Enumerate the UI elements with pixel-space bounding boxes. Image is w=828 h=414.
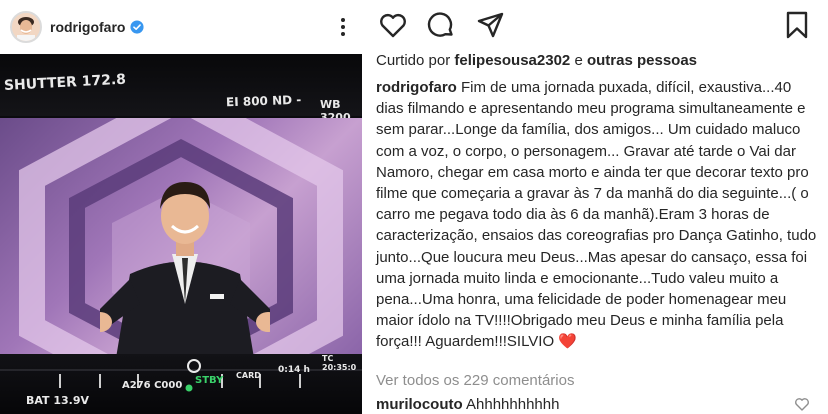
more-options-icon[interactable] <box>340 16 346 38</box>
post-header: rodrigofaro <box>0 0 362 54</box>
card-readout: CARD <box>236 371 261 380</box>
comment-username[interactable]: murilocouto <box>376 396 463 413</box>
caption: rodrigofaro Fim de uma jornada puxada, d… <box>376 77 820 353</box>
presenter-figure <box>88 154 280 358</box>
likes-prefix: Curtido por <box>376 52 455 69</box>
action-bar <box>374 10 814 42</box>
heart-outline-icon[interactable] <box>378 10 408 40</box>
time-readout: 0:14 h <box>278 365 310 375</box>
red-heart-emoji: ❤️ <box>558 333 577 351</box>
liked-by-others[interactable]: outras pessoas <box>587 52 697 69</box>
avatar[interactable] <box>10 11 42 43</box>
likes-middle: e <box>570 52 587 69</box>
paper-plane-icon[interactable] <box>476 10 506 40</box>
caption-text: Fim de uma jornada puxada, difícil, exau… <box>376 79 817 351</box>
likes-line: Curtido por felipesousa2302 e outras pes… <box>376 52 697 69</box>
comment-text: Ahhhhhhhhhh <box>466 396 560 413</box>
verified-badge-icon <box>130 20 145 34</box>
lens-readout: A276 C000 <box>122 380 183 391</box>
liked-by-user[interactable]: felipesousa2302 <box>454 52 570 69</box>
battery-readout: BAT 13.9V <box>26 394 90 407</box>
monitor-screen <box>0 118 362 358</box>
post-username[interactable]: rodrigofaro <box>50 19 125 35</box>
speech-bubble-icon[interactable] <box>426 10 456 40</box>
comment-heart-icon[interactable] <box>794 396 810 412</box>
bookmark-icon[interactable] <box>782 10 812 40</box>
caption-username[interactable]: rodrigofaro <box>376 79 457 96</box>
view-all-comments-link[interactable]: Ver todos os 229 comentários <box>376 372 574 389</box>
post-photo[interactable]: SHUTTER 172.8 EI 800 ND - WB 3200 <box>0 54 362 414</box>
post-details: Curtido por felipesousa2302 e outras pes… <box>374 0 828 414</box>
standby-readout: STBY <box>195 375 224 386</box>
comment-row: murilocouto Ahhhhhhhhhh <box>376 396 559 413</box>
timecode-readout: TC 20:35:0 <box>322 354 357 372</box>
ei-readout: EI 800 ND - <box>225 92 302 110</box>
